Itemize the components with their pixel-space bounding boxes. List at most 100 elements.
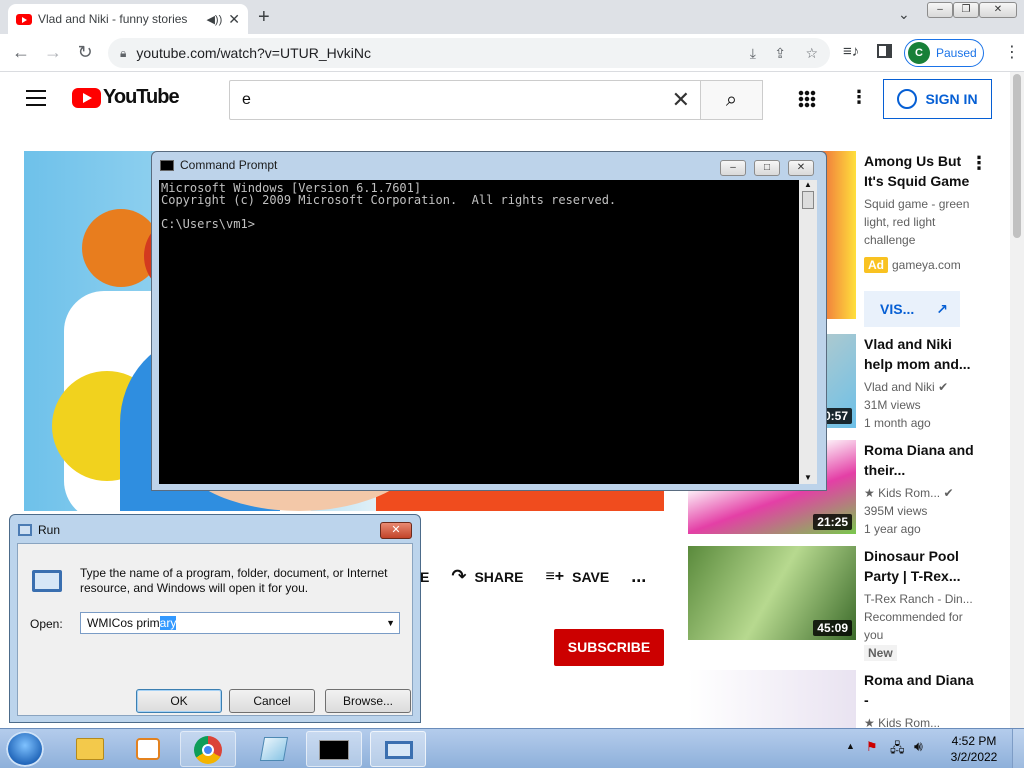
clear-search-icon[interactable]: ✕ [672,81,690,119]
external-link-icon: ↗ [936,300,948,317]
new-tab-button[interactable]: + [258,6,270,29]
search-input[interactable]: e ✕ [229,80,701,120]
taskbar-cmd[interactable] [306,731,362,767]
clock[interactable]: 4:52 PM 3/2/2022 [944,733,1004,765]
taskbar: ▲ ⚑ 🖧︎ 🔊︎ 4:52 PM 3/2/2022 [0,728,1024,768]
run-dialog[interactable]: Run ✕ Type the name of a program, folder… [9,514,421,723]
view-count: 395M views [864,504,928,518]
browse-button[interactable]: Browse... [325,689,411,713]
clock-time: 4:52 PM [951,734,997,748]
back-icon[interactable]: ← [10,42,32,63]
hamburger-menu-icon[interactable] [26,90,46,106]
cancel-button[interactable]: Cancel [229,689,315,713]
show-desktop-button[interactable] [1012,729,1024,768]
browser-toolbar: ← → ↻ 🔒︎ youtube.com/watch?v=UTUR_HvkiNc… [0,34,1024,72]
network-icon[interactable]: 🖧︎ [890,739,905,761]
cmd-title: Command Prompt [180,158,278,172]
show-hidden-icons-icon[interactable]: ▲ [846,741,855,751]
upload-age: 1 month ago [864,416,931,430]
cmd-minimize-button[interactable]: – [720,160,746,176]
start-button[interactable] [6,731,44,767]
avatar: C [908,42,930,64]
tab-close-icon[interactable]: ✕ [228,11,240,28]
open-input-selection: ary [159,616,177,630]
cmd-close-button[interactable]: ✕ [788,160,814,176]
share-label: SHARE [474,568,524,585]
action-center-icon[interactable]: ⚑ [866,739,878,755]
share-page-icon[interactable]: ⇪ [774,45,786,62]
cmd-console-text[interactable]: Microsoft Windows [Version 6.1.7601] Cop… [159,180,799,484]
action-partial-label[interactable]: E [420,569,429,585]
cmd-scrollbar[interactable]: ▲ ▼ [799,180,817,484]
run-title: Run [38,523,61,537]
tab-title: Vlad and Niki - funny stories [38,12,188,26]
run-close-button[interactable]: ✕ [380,522,412,539]
close-button[interactable]: ✕ [979,2,1017,18]
list-item[interactable]: 45:09 Dinosaur Pool Party | T-Rex... T-R… [688,546,988,666]
ad-title: Among Us But It's Squid Game [864,153,970,189]
ok-button[interactable]: OK [136,689,222,713]
browser-tab[interactable]: Vlad and Niki - funny stories ◀)) ✕ [8,4,248,34]
search-button[interactable]: ⌕ [700,80,763,120]
open-input-text: WMICos prim [87,616,160,630]
settings-more-icon[interactable]: ⋮ [850,87,868,108]
clock-date: 3/2/2022 [950,750,998,764]
ad-badge: Ad [864,257,888,273]
save-button[interactable]: ≡+ SAVE [545,568,609,586]
command-prompt-window[interactable]: Command Prompt – □ ✕ Microsoft Windows [… [151,151,827,491]
youtube-wordmark: YouTube [103,86,180,108]
video-title: Roma Diana and their... [864,442,974,478]
forward-icon[interactable]: → [42,42,64,63]
profile-status: Paused [936,46,977,60]
media-control-icon[interactable]: ≡♪ [843,43,859,60]
cmd-scroll-thumb[interactable] [802,191,814,209]
cmd-titlebar: Command Prompt [160,158,277,172]
cmd-maximize-button[interactable]: □ [754,160,780,176]
ad-description: Squid game - green light, red light chal… [864,197,970,247]
page-scrollbar-thumb[interactable] [1013,74,1021,238]
more-actions-icon[interactable]: ... [631,566,646,587]
sign-in-button[interactable]: SIGN IN [883,79,992,119]
taskbar-run[interactable] [370,731,426,767]
subscribe-button[interactable]: SUBSCRIBE [554,629,664,666]
open-combobox[interactable]: WMICos primary ▼ [80,612,400,634]
save-label: SAVE [572,568,610,585]
reload-icon[interactable]: ↻ [74,42,96,63]
run-large-icon [32,570,62,592]
verified-icon: ✔ [943,486,954,500]
volume-icon[interactable]: 🔊︎ [914,738,923,755]
media-player-icon [136,738,160,760]
verified-icon: ✔ [938,380,949,394]
run-titlebar: Run [18,523,60,537]
scroll-down-icon[interactable]: ▼ [799,473,817,482]
profile-paused-button[interactable]: C Paused [904,39,984,67]
side-panel-icon[interactable] [877,44,892,58]
taskbar-chrome[interactable] [180,731,236,767]
install-icon[interactable]: ⤓ [750,45,756,62]
taskbar-media-player[interactable] [120,731,176,767]
cmd-taskbar-icon [319,740,349,760]
taskbar-notepad[interactable] [246,731,302,767]
restore-button[interactable]: ❐ [953,2,979,18]
channel-name: ★ Kids Rom... ✔ [864,484,974,502]
youtube-header: YouTube e ✕ ⌕ ⋮ SIGN IN [0,72,1010,128]
notepad-icon [259,737,289,761]
ad-more-icon[interactable]: ⋮ [970,153,988,174]
taskbar-explorer[interactable] [62,731,118,767]
audio-icon[interactable]: ◀)) [206,13,222,26]
minimize-button[interactable]: – [927,2,953,18]
tab-search-icon[interactable]: ⌄ [898,6,910,23]
ad-visit-button[interactable]: VIS... ↗ [864,291,960,327]
share-button[interactable]: ↷ SHARE [451,566,523,587]
bookmark-star-icon[interactable]: ☆ [805,45,818,62]
youtube-logo[interactable]: YouTube [72,86,180,109]
apps-grid-icon[interactable] [798,90,816,108]
list-item[interactable]: Roma and Diana - ★ Kids Rom... [688,670,988,728]
video-title: Roma and Diana - [864,672,974,708]
chrome-icon-center [202,744,214,756]
chrome-menu-icon[interactable]: ⋮ [1004,42,1020,62]
channel-text: Vlad and Niki [864,380,935,394]
scroll-up-icon[interactable]: ▲ [799,180,817,189]
address-bar[interactable]: 🔒︎ youtube.com/watch?v=UTUR_HvkiNc ⤓ ⇪ ☆ [108,38,830,68]
dropdown-arrow-icon[interactable]: ▼ [386,613,395,633]
